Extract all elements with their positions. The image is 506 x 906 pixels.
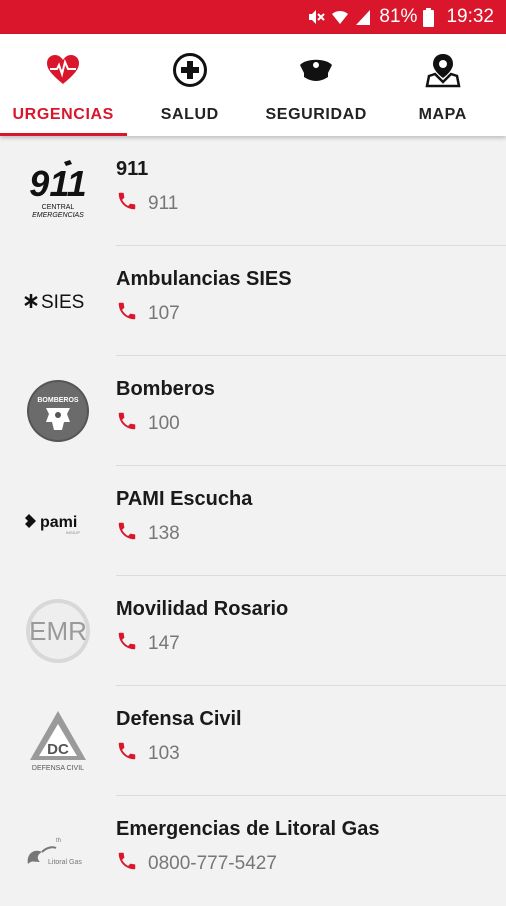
category-tabs: URGENCIAS SALUD SEGURIDAD MAPA <box>0 34 506 136</box>
status-bar: 81% 19:32 <box>0 0 506 34</box>
tab-label: SALUD <box>161 106 219 124</box>
phone-icon <box>116 850 138 877</box>
contact-name: 911 <box>116 158 148 181</box>
phone-number: 147 <box>148 633 180 655</box>
svg-text:EMERGENCIAS: EMERGENCIAS <box>32 212 84 219</box>
signal-icon <box>355 8 371 26</box>
contact-name: PAMI Escucha <box>116 488 252 511</box>
tab-seguridad[interactable]: SEGURIDAD <box>253 34 380 136</box>
phone-link[interactable]: 911 <box>116 190 178 217</box>
medical-cross-icon <box>172 52 208 88</box>
contact-name: Movilidad Rosario <box>116 598 288 621</box>
svg-text:Litoral Gas: Litoral Gas <box>48 859 82 866</box>
pami-logo: pami INSSJP <box>22 488 94 554</box>
svg-text:EMR: EMR <box>29 616 87 646</box>
bomberos-logo: BOMBEROS <box>22 378 94 444</box>
tab-urgencias[interactable]: URGENCIAS <box>0 34 127 136</box>
tab-mapa[interactable]: MAPA <box>380 34 506 136</box>
svg-text:CENTRAL: CENTRAL <box>42 204 75 211</box>
phone-link[interactable]: 138 <box>116 520 180 547</box>
phone-link[interactable]: 100 <box>116 410 180 437</box>
contact-name: Defensa Civil <box>116 708 242 731</box>
phone-link[interactable]: 0800-777-5427 <box>116 850 277 877</box>
phone-number: 107 <box>148 303 180 325</box>
emr-logo: EMR <box>22 598 94 664</box>
defensa-civil-logo: DC DEFENSA CIVIL <box>22 708 94 774</box>
list-item[interactable]: 911 CENTRAL EMERGENCIAS 911 911 <box>0 136 506 246</box>
list-item[interactable]: DC DEFENSA CIVIL Defensa Civil 103 <box>0 686 506 796</box>
emergency-contacts-list: 911 CENTRAL EMERGENCIAS 911 911 SI <box>0 136 506 906</box>
list-item[interactable]: SIES Ambulancias SIES 107 <box>0 246 506 356</box>
wifi-icon <box>331 8 349 26</box>
clock: 19:32 <box>446 6 494 28</box>
heart-pulse-icon <box>45 52 81 88</box>
tab-label: SEGURIDAD <box>266 106 367 124</box>
litoral-gas-logo: th Litoral Gas <box>22 818 94 884</box>
map-pin-icon <box>425 52 461 88</box>
svg-text:pami: pami <box>40 514 77 531</box>
svg-text:INSSJP: INSSJP <box>66 530 80 535</box>
phone-number: 0800-777-5427 <box>148 853 277 875</box>
phone-icon <box>116 630 138 657</box>
contact-name: Ambulancias SIES <box>116 268 292 291</box>
svg-text:BOMBEROS: BOMBEROS <box>37 397 79 404</box>
police-cap-icon <box>298 52 334 88</box>
tab-label: MAPA <box>419 106 467 124</box>
svg-text:911: 911 <box>29 163 86 204</box>
phone-icon <box>116 410 138 437</box>
battery-icon <box>423 8 434 27</box>
phone-number: 911 <box>148 193 178 215</box>
tab-salud[interactable]: SALUD <box>127 34 254 136</box>
svg-text:DC: DC <box>47 741 69 758</box>
phone-icon <box>116 300 138 327</box>
list-item[interactable]: BOMBEROS Bomberos 100 <box>0 356 506 466</box>
911-central-emergencias-logo: 911 CENTRAL EMERGENCIAS <box>22 158 94 224</box>
tab-label: URGENCIAS <box>13 106 114 124</box>
phone-icon <box>116 520 138 547</box>
svg-text:SIES: SIES <box>41 292 84 313</box>
svg-text:DEFENSA CIVIL: DEFENSA CIVIL <box>32 765 84 772</box>
contact-name: Bomberos <box>116 378 215 401</box>
contact-name: Emergencias de Litoral Gas <box>116 818 379 841</box>
list-item[interactable]: pami INSSJP PAMI Escucha 138 <box>0 466 506 576</box>
list-item[interactable]: th Litoral Gas Emergencias de Litoral Ga… <box>0 796 506 906</box>
phone-link[interactable]: 107 <box>116 300 180 327</box>
phone-link[interactable]: 147 <box>116 630 180 657</box>
phone-number: 138 <box>148 523 180 545</box>
sies-logo: SIES <box>22 268 94 334</box>
phone-icon <box>116 190 138 217</box>
mute-icon <box>307 8 325 26</box>
phone-number: 103 <box>148 743 180 765</box>
phone-number: 100 <box>148 413 180 435</box>
phone-link[interactable]: 103 <box>116 740 180 767</box>
list-item[interactable]: EMR Movilidad Rosario 147 <box>0 576 506 686</box>
svg-text:th: th <box>56 838 61 844</box>
phone-icon <box>116 740 138 767</box>
battery-percent: 81% <box>379 6 417 28</box>
